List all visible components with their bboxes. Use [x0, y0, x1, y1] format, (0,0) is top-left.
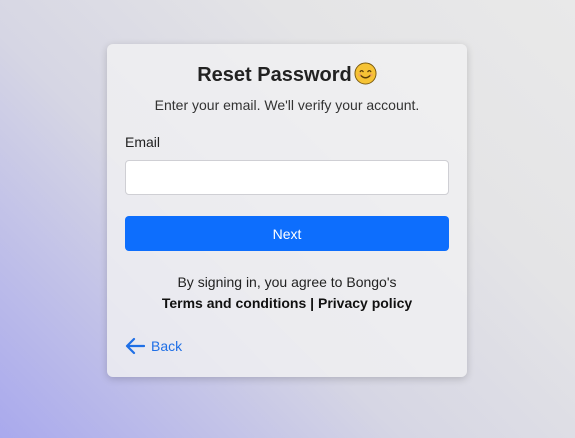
- email-label: Email: [125, 134, 161, 150]
- smiling-face-emoji-icon: [354, 62, 377, 85]
- privacy-link[interactable]: Privacy policy: [318, 295, 412, 311]
- page-title: Reset Password: [107, 62, 467, 88]
- subtitle: Enter your email. We'll verify your acco…: [154, 97, 420, 113]
- back-label: Back: [151, 338, 183, 354]
- next-button[interactable]: Next: [125, 216, 449, 251]
- legal-links: Terms and conditions | Privacy policy: [107, 295, 467, 311]
- email-input[interactable]: [125, 160, 449, 195]
- agree-text: By signing in, you agree to Bongo's: [177, 274, 397, 290]
- legal-separator: |: [306, 295, 318, 311]
- terms-link[interactable]: Terms and conditions: [162, 295, 306, 311]
- arrow-left-icon: [125, 337, 145, 355]
- back-link[interactable]: Back: [125, 337, 182, 355]
- reset-password-card: Reset Password Enter your email. We'll v…: [107, 44, 467, 377]
- title-text: Reset Password: [197, 64, 352, 86]
